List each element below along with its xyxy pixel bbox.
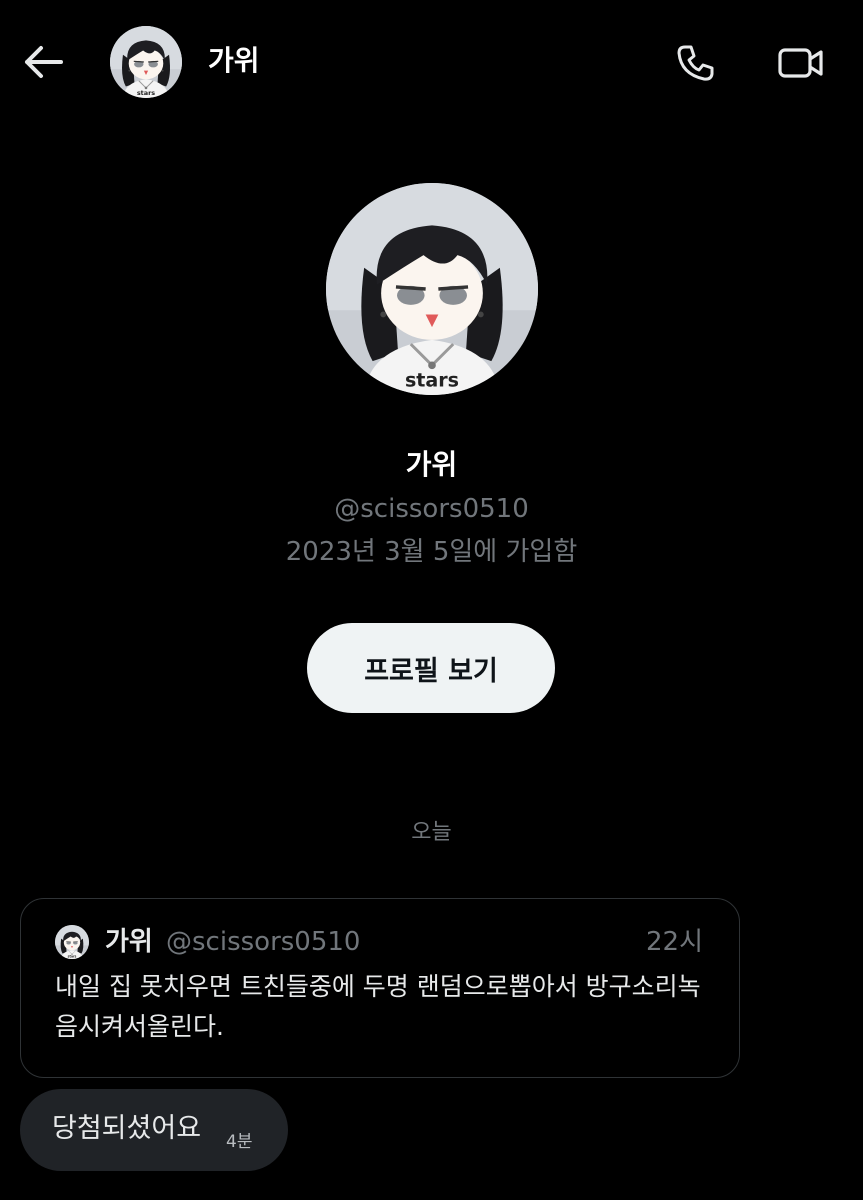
view-profile-button[interactable]: 프로필 보기 — [307, 623, 555, 713]
video-call-button[interactable] — [772, 36, 830, 90]
profile-avatar[interactable] — [326, 183, 538, 395]
video-camera-icon — [777, 45, 825, 81]
tweet-author-avatar — [55, 925, 89, 959]
tweet-timestamp: 22시 — [645, 927, 703, 957]
call-button[interactable] — [668, 36, 722, 90]
message-bubble[interactable]: 당첨되셨어요 4분 — [20, 1089, 288, 1171]
header-name[interactable]: 가위 — [208, 42, 260, 80]
message-timestamp: 4분 — [226, 1132, 253, 1152]
date-divider: 오늘 — [411, 820, 452, 845]
profile-name: 가위 — [405, 448, 458, 481]
conversation-header: 가위 — [0, 0, 863, 124]
tweet-author-name: 가위 — [105, 927, 153, 957]
back-button[interactable] — [18, 38, 70, 86]
shared-tweet-card[interactable]: 가위 @scissors0510 22시 내일 집 못치우면 트친들중에 두명 … — [20, 898, 740, 1078]
profile-joined-date: 2023년 3월 5일에 가입함 — [285, 537, 578, 567]
arrow-left-icon — [23, 44, 65, 80]
header-avatar[interactable] — [110, 26, 182, 98]
profile-handle: @scissors0510 — [334, 494, 529, 524]
tweet-text: 내일 집 못치우면 트친들중에 두명 랜덤으로뽑아서 방구소리녹음시켜서올린다. — [55, 972, 701, 1041]
tweet-author-handle: @scissors0510 — [166, 927, 361, 957]
message-text: 당첨되셨어요 — [52, 1113, 202, 1144]
phone-icon — [675, 43, 715, 83]
